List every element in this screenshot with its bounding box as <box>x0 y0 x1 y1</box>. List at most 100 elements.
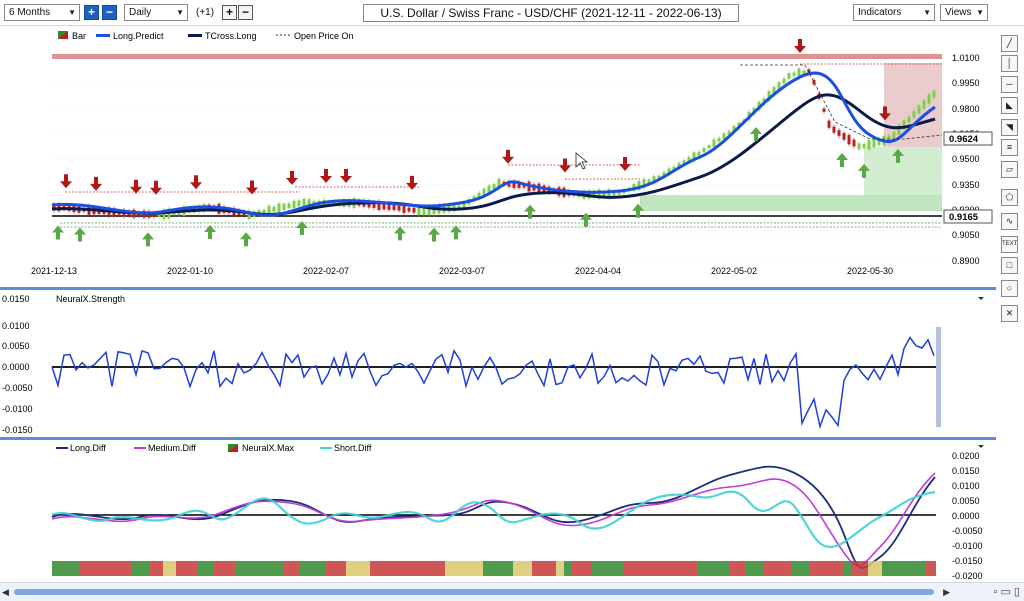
offset-increase-button[interactable]: + <box>222 5 237 20</box>
neuralx-max-cell <box>457 561 483 576</box>
neuralx-max-cell <box>370 561 393 576</box>
indicators-menu[interactable]: Indicators ▼ <box>853 4 935 21</box>
price-y-axis: 1.0100 0.9950 0.9800 0.9650 0.9500 0.935… <box>952 53 980 266</box>
chart-panes[interactable]: Bar Long.Predict TCross.Long Open Price … <box>0 27 996 582</box>
diff-tick: 0.0000 <box>952 511 980 521</box>
neuralx-max-cell <box>746 561 764 576</box>
neuralx-max-cell <box>556 561 564 576</box>
neuralx-max-cell <box>704 561 717 576</box>
strength-tick: 0.0150 <box>2 294 30 304</box>
scroll-thumb[interactable] <box>14 589 934 595</box>
channel-icon[interactable]: ◥ <box>1001 119 1018 136</box>
pane-divider[interactable] <box>0 437 996 440</box>
date-tick: 2022-05-30 <box>847 266 893 276</box>
date-tick: 2022-01-10 <box>167 266 213 276</box>
neuralx-max-cell <box>851 561 868 576</box>
period-select[interactable]: 6 Months ▼ <box>4 4 80 21</box>
neuralx-max-cell <box>483 561 506 576</box>
neuralx-max-cell <box>408 561 414 576</box>
delete-icon[interactable]: ✕ <box>1001 305 1018 322</box>
neuralx-max-cell <box>506 561 513 576</box>
pentagon-icon[interactable]: ⬠ <box>1001 189 1018 206</box>
diff-tick: 0.0100 <box>952 481 980 491</box>
price-tick: 0.9800 <box>952 104 980 114</box>
neuralx-max-cell <box>882 561 909 576</box>
chevron-down-icon: ▼ <box>68 8 76 17</box>
legend-neuralx-max: NeuralX.Max <box>242 443 295 453</box>
diff-tick: -0.0100 <box>952 541 983 551</box>
shape-icon[interactable]: ▱ <box>1001 161 1018 178</box>
last-price-value: 0.9624 <box>949 134 979 145</box>
strength-tick: 0.0050 <box>2 341 30 351</box>
neuralx-max-cell <box>909 561 925 576</box>
ref-price-value: 0.9165 <box>949 212 979 223</box>
period-select-value: 6 Months <box>9 7 51 18</box>
strength-pane[interactable]: NeuralX.Strength 0.0150 0.0100 0.0050 0.… <box>0 290 996 437</box>
time-scrollbar[interactable]: ◀ ▶ ▫ ▭ ▯ <box>0 582 1024 601</box>
neuralx-max-cell <box>564 561 572 576</box>
chart-toolbar: 6 Months ▼ + − Daily ▼ (+1) + − U.S. Dol… <box>0 0 1024 26</box>
line-icon[interactable]: ╱ <box>1001 35 1018 52</box>
fill-icon[interactable]: ◣ <box>1001 97 1018 114</box>
pane-divider[interactable] <box>0 287 996 290</box>
neuralx-max-cell <box>346 561 370 576</box>
diff-tick: 0.0150 <box>952 466 980 476</box>
offset-decrease-button[interactable]: − <box>238 5 253 20</box>
horizontal-line-icon[interactable]: ─ <box>1001 76 1018 93</box>
neuralx-max-cell <box>393 561 408 576</box>
diff-tick: 0.0050 <box>952 496 980 506</box>
ellipse-icon[interactable]: ○ <box>1001 280 1018 297</box>
price-tick: 1.0100 <box>952 53 980 63</box>
fib-icon[interactable]: ≡ <box>1001 139 1018 156</box>
views-label: Views <box>945 7 972 18</box>
tcross-long-swatch <box>188 34 202 37</box>
zoom-out-button[interactable]: − <box>102 5 117 20</box>
scroll-right-icon[interactable]: ▶ <box>943 587 950 598</box>
buy-zone <box>864 147 942 195</box>
neuralx-max-cell <box>868 561 882 576</box>
minus-icon: − <box>105 5 113 19</box>
zoom-in-button[interactable]: + <box>84 5 99 20</box>
zoom-controls-icon[interactable]: ▫ ▭ ▯ <box>994 585 1020 598</box>
neuralx-max-cell <box>283 561 300 576</box>
strength-tick: 0.0100 <box>2 321 30 331</box>
neuralx-max-cell <box>149 561 163 576</box>
strength-tick: -0.0050 <box>2 383 33 393</box>
neuralx-max-cell <box>52 561 79 576</box>
date-tick: 2022-03-07 <box>439 266 485 276</box>
diff-tick: -0.0050 <box>952 526 983 536</box>
neuralx-max-cell <box>925 561 936 576</box>
neuralx-max-cell <box>764 561 791 576</box>
vertical-line-icon[interactable]: │ <box>1001 55 1018 72</box>
neuralx-max-cell <box>262 561 283 576</box>
neuralx-max-cell <box>163 561 176 576</box>
interval-select[interactable]: Daily ▼ <box>124 4 188 21</box>
price-pane[interactable]: Bar Long.Predict TCross.Long Open Price … <box>0 27 996 285</box>
diff-pane[interactable]: Long.Diff Medium.Diff NeuralX.Max Short.… <box>0 440 996 582</box>
text-icon[interactable]: TEXT <box>1001 236 1018 253</box>
chevron-down-icon: ▼ <box>923 8 931 17</box>
neuralx-max-cell <box>844 561 851 576</box>
legend-open-price: Open Price On <box>294 31 354 41</box>
strength-tick: 0.0000 <box>2 362 30 372</box>
neuralx-max-cell <box>105 561 131 576</box>
date-tick: 2021-12-13 <box>31 266 77 276</box>
strength-tick: -0.0150 <box>2 425 33 435</box>
legend-long-predict: Long.Predict <box>113 31 164 41</box>
neuralx-max-cell <box>176 561 198 576</box>
zigzag-icon[interactable]: ∿ <box>1001 213 1018 230</box>
scroll-left-icon[interactable]: ◀ <box>2 587 9 598</box>
neuralx-max-cell <box>131 561 149 576</box>
price-tick: 0.9050 <box>952 230 980 240</box>
date-tick: 2022-04-04 <box>575 266 621 276</box>
neuralx-max-cell <box>513 561 532 576</box>
long-predict-swatch <box>96 34 110 37</box>
date-tick: 2022-05-02 <box>711 266 757 276</box>
neuralx-max-cell <box>445 561 457 576</box>
diff-tick: -0.0150 <box>952 556 983 566</box>
diff-tick: -0.0200 <box>952 571 983 581</box>
chart-title: U.S. Dollar / Swiss Franc - USD/CHF (202… <box>363 4 739 22</box>
views-menu[interactable]: Views ▼ <box>940 4 988 21</box>
neuralx-max-cell <box>532 561 556 576</box>
rectangle-icon[interactable]: □ <box>1001 257 1018 274</box>
